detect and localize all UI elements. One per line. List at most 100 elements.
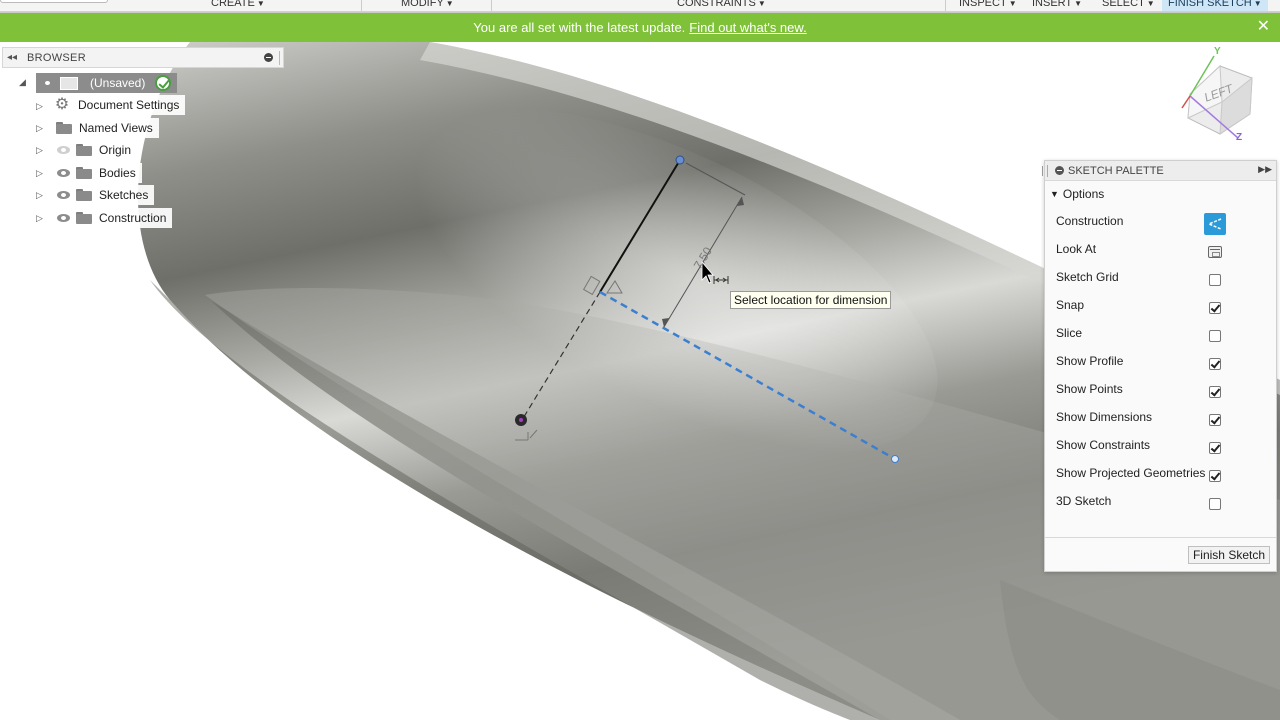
tree-item-label: Sketches xyxy=(99,188,149,202)
tree-item-label: Document Settings xyxy=(78,98,180,112)
sketch-point[interactable] xyxy=(891,455,899,463)
show-dimensions-checkbox[interactable] xyxy=(1209,414,1221,426)
palette-drag-handle[interactable] xyxy=(1042,166,1044,176)
option-show-points: Show Points xyxy=(1045,375,1276,403)
eye-icon[interactable] xyxy=(56,190,72,200)
expand-triangle-icon[interactable]: ▷ xyxy=(36,145,43,156)
option-show-constraints: Show Constraints xyxy=(1045,431,1276,459)
folder-icon xyxy=(76,167,92,179)
tree-root-unsaved[interactable]: (Unsaved) xyxy=(36,73,178,93)
3d-sketch-checkbox[interactable] xyxy=(1209,498,1221,510)
toolbar-field[interactable] xyxy=(0,0,108,3)
option-label: Slice xyxy=(1056,326,1083,340)
construction-toggle-button[interactable] xyxy=(1204,213,1226,235)
top-toolbar: CREATE ▼ MODIFY ▼ CONSTRAINTS ▼ INSPECT ▼ IN… xyxy=(0,0,1280,12)
browser-title: BROWSER xyxy=(27,51,86,64)
palette-minimize-icon[interactable] xyxy=(1055,166,1064,175)
sketch-grid-checkbox[interactable] xyxy=(1209,274,1221,286)
tree-item-construction[interactable]: Construction xyxy=(52,208,173,228)
sketch-point[interactable] xyxy=(675,155,685,165)
tree-item-origin[interactable]: Origin xyxy=(52,140,138,160)
panel-resize-handle[interactable] xyxy=(279,51,282,65)
show-points-checkbox[interactable] xyxy=(1209,386,1221,398)
tree-item-sketches[interactable]: Sketches xyxy=(52,185,155,205)
folder-icon xyxy=(76,189,92,201)
expand-triangle-icon[interactable]: ▷ xyxy=(36,123,43,134)
menu-inspect[interactable]: INSPECT ▼ xyxy=(959,0,1017,11)
collapse-panel-icon[interactable]: ◂◂ xyxy=(3,52,21,63)
option-label: Look At xyxy=(1056,242,1097,256)
option-label: Show Constraints xyxy=(1056,438,1151,452)
sketch-palette: SKETCH PALETTE ▶▶ ▼ Options Construction… xyxy=(1042,160,1277,572)
tree-item-label: Named Views xyxy=(79,121,153,135)
expand-triangle-icon[interactable]: ▷ xyxy=(36,213,43,224)
chevron-down-icon: ▼ xyxy=(1050,189,1059,199)
tree-item-document-settings[interactable]: ⚙ Document Settings xyxy=(52,95,186,115)
options-section-toggle[interactable]: ▼ Options xyxy=(1045,181,1276,207)
eye-icon[interactable] xyxy=(56,168,72,178)
palette-footer: Finish Sketch xyxy=(1045,537,1276,571)
origin-point-center xyxy=(519,418,523,422)
expand-triangle-icon[interactable]: ▷ xyxy=(36,101,43,112)
tree-item-named-views[interactable]: Named Views xyxy=(52,118,159,138)
option-show-profile: Show Profile xyxy=(1045,347,1276,375)
chevron-down-icon: ▼ xyxy=(1253,0,1262,8)
palette-grip[interactable] xyxy=(1047,165,1048,177)
show-constraints-checkbox[interactable] xyxy=(1209,442,1221,454)
collapse-triangle-icon[interactable]: ◢ xyxy=(19,77,26,88)
gear-icon: ⚙ xyxy=(54,96,70,113)
chevron-down-icon: ▼ xyxy=(445,0,454,8)
menu-insert[interactable]: INSERT ▼ xyxy=(1032,0,1082,11)
palette-title: SKETCH PALETTE xyxy=(1068,164,1164,177)
option-3d-sketch: 3D Sketch xyxy=(1045,487,1276,515)
option-label: Sketch Grid xyxy=(1056,270,1119,284)
panel-pin-icon[interactable] xyxy=(264,53,273,62)
expand-triangle-icon[interactable]: ▷ xyxy=(36,168,43,179)
option-label: Show Profile xyxy=(1056,354,1124,368)
section-label: Options xyxy=(1062,187,1105,201)
option-label: 3D Sketch xyxy=(1056,494,1112,508)
snap-checkbox[interactable] xyxy=(1209,302,1221,314)
eye-icon[interactable] xyxy=(40,78,56,88)
show-projected-geometries-checkbox[interactable] xyxy=(1209,470,1221,482)
document-icon xyxy=(60,76,78,90)
menu-select[interactable]: SELECT ▼ xyxy=(1102,0,1155,11)
option-snap: Snap xyxy=(1045,291,1276,319)
root-label: (Unsaved) xyxy=(90,76,146,90)
chevron-down-icon: ▼ xyxy=(1074,0,1083,8)
option-look-at: Look At xyxy=(1045,235,1276,263)
tree-item-label: Bodies xyxy=(99,166,136,180)
close-icon[interactable]: ✕ xyxy=(1257,18,1270,36)
show-profile-checkbox[interactable] xyxy=(1209,358,1221,370)
option-slice: Slice xyxy=(1045,319,1276,347)
tooltip: Select location for dimension xyxy=(730,291,892,309)
finish-sketch-button[interactable]: Finish Sketch xyxy=(1187,546,1270,564)
whats-new-link[interactable]: Find out what's new. xyxy=(689,20,806,35)
expand-triangle-icon[interactable]: ▷ xyxy=(36,190,43,201)
z-axis-label: Z xyxy=(1236,132,1243,143)
palette-header: SKETCH PALETTE ▶▶ xyxy=(1045,161,1276,181)
menu-modify[interactable]: MODIFY ▼ xyxy=(401,0,454,11)
toolbar-divider xyxy=(361,0,362,11)
option-label: Show Points xyxy=(1056,382,1123,396)
expand-palette-icon[interactable]: ▶▶ xyxy=(1258,164,1272,175)
option-label: Show Dimensions xyxy=(1056,410,1153,424)
view-cube[interactable]: Y Z LEFT xyxy=(1180,46,1260,146)
menu-finish-sketch[interactable]: FINISH SKETCH ▼ xyxy=(1162,0,1268,11)
update-banner: You are all set with the latest update. … xyxy=(0,13,1280,42)
folder-icon xyxy=(56,122,72,134)
eye-icon[interactable] xyxy=(56,213,72,223)
option-label: Show Projected Geometries xyxy=(1056,466,1206,480)
menu-create[interactable]: CREATE ▼ xyxy=(211,0,265,11)
option-show-dimensions: Show Dimensions xyxy=(1045,403,1276,431)
option-label: Snap xyxy=(1056,298,1085,312)
browser-panel-header: ◂◂ BROWSER xyxy=(2,47,284,68)
folder-icon xyxy=(76,212,92,224)
eye-hidden-icon[interactable] xyxy=(56,145,72,155)
slice-checkbox[interactable] xyxy=(1209,330,1221,342)
option-construction: Construction xyxy=(1045,207,1276,235)
look-at-icon[interactable] xyxy=(1208,246,1222,258)
menu-constraints[interactable]: CONSTRAINTS ▼ xyxy=(677,0,766,11)
tree-item-bodies[interactable]: Bodies xyxy=(52,163,142,183)
toolbar-divider xyxy=(945,0,946,11)
